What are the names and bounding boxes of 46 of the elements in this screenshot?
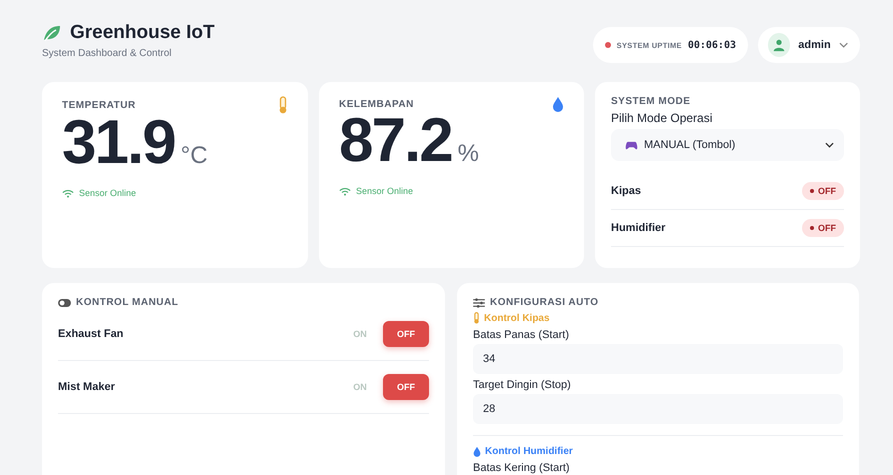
mode-select[interactable]: MANUAL (Tombol) [611, 129, 844, 161]
water-drop-icon [473, 446, 481, 457]
sensor-unit: % [458, 140, 480, 168]
select-label: Pilih Mode Operasi [611, 111, 714, 125]
card-title: SYSTEM MODE [611, 96, 692, 107]
app-subtitle: System Dashboard & Control [42, 48, 173, 59]
off-button[interactable]: OFF [383, 321, 429, 347]
card-title: KONFIGURASI AUTO [490, 297, 599, 308]
input-field[interactable]: 28 [473, 394, 843, 424]
section-title: Kontrol Kipas [484, 312, 550, 324]
leaf-icon [42, 23, 62, 43]
water-drop-icon [552, 96, 564, 112]
gamepad-icon [625, 140, 638, 150]
user-menu[interactable]: admin [758, 27, 860, 63]
card-title: KONTROL MANUAL [76, 297, 178, 308]
sensor-status: Sensor Online [79, 188, 136, 198]
sensor-label: TEMPERATUR [62, 100, 136, 110]
status-badge: OFF [802, 182, 844, 200]
sensor-value: 31.9 [62, 112, 175, 174]
app-title: Greenhouse IoT [70, 22, 215, 44]
field-label: Target Dingin (Stop) [473, 379, 572, 391]
thermometer-icon [473, 312, 480, 324]
status-badge: OFF [802, 219, 844, 237]
field-label: Batas Kering (Start) [473, 462, 571, 474]
device-name: Humidifier [611, 222, 666, 234]
sensor-value: 87.2 [339, 110, 452, 172]
status-dot-icon [604, 42, 611, 48]
device-name: Mist Maker [58, 381, 115, 393]
chevron-down-icon [825, 142, 834, 148]
sensor-unit: °C [180, 142, 208, 170]
chevron-down-icon [838, 42, 848, 48]
section-title: Kontrol Humidifier [485, 446, 573, 457]
wifi-icon [62, 188, 74, 198]
sensor-label: KELEMBAPAN [339, 98, 414, 110]
field-label: Batas Panas (Start) [473, 329, 570, 341]
device-name: Kipas [611, 185, 641, 197]
wifi-icon [339, 186, 351, 196]
off-button[interactable]: OFF [383, 374, 429, 400]
device-name: Exhaust Fan [58, 328, 124, 340]
toggle-icon [58, 298, 71, 306]
user-icon [768, 33, 790, 57]
input-field[interactable]: 34 [473, 344, 843, 374]
sliders-icon [473, 298, 485, 308]
sensor-status: Sensor Online [356, 186, 414, 196]
thermometer-icon [278, 96, 288, 114]
uptime-value: 00:06:03 [688, 40, 736, 50]
